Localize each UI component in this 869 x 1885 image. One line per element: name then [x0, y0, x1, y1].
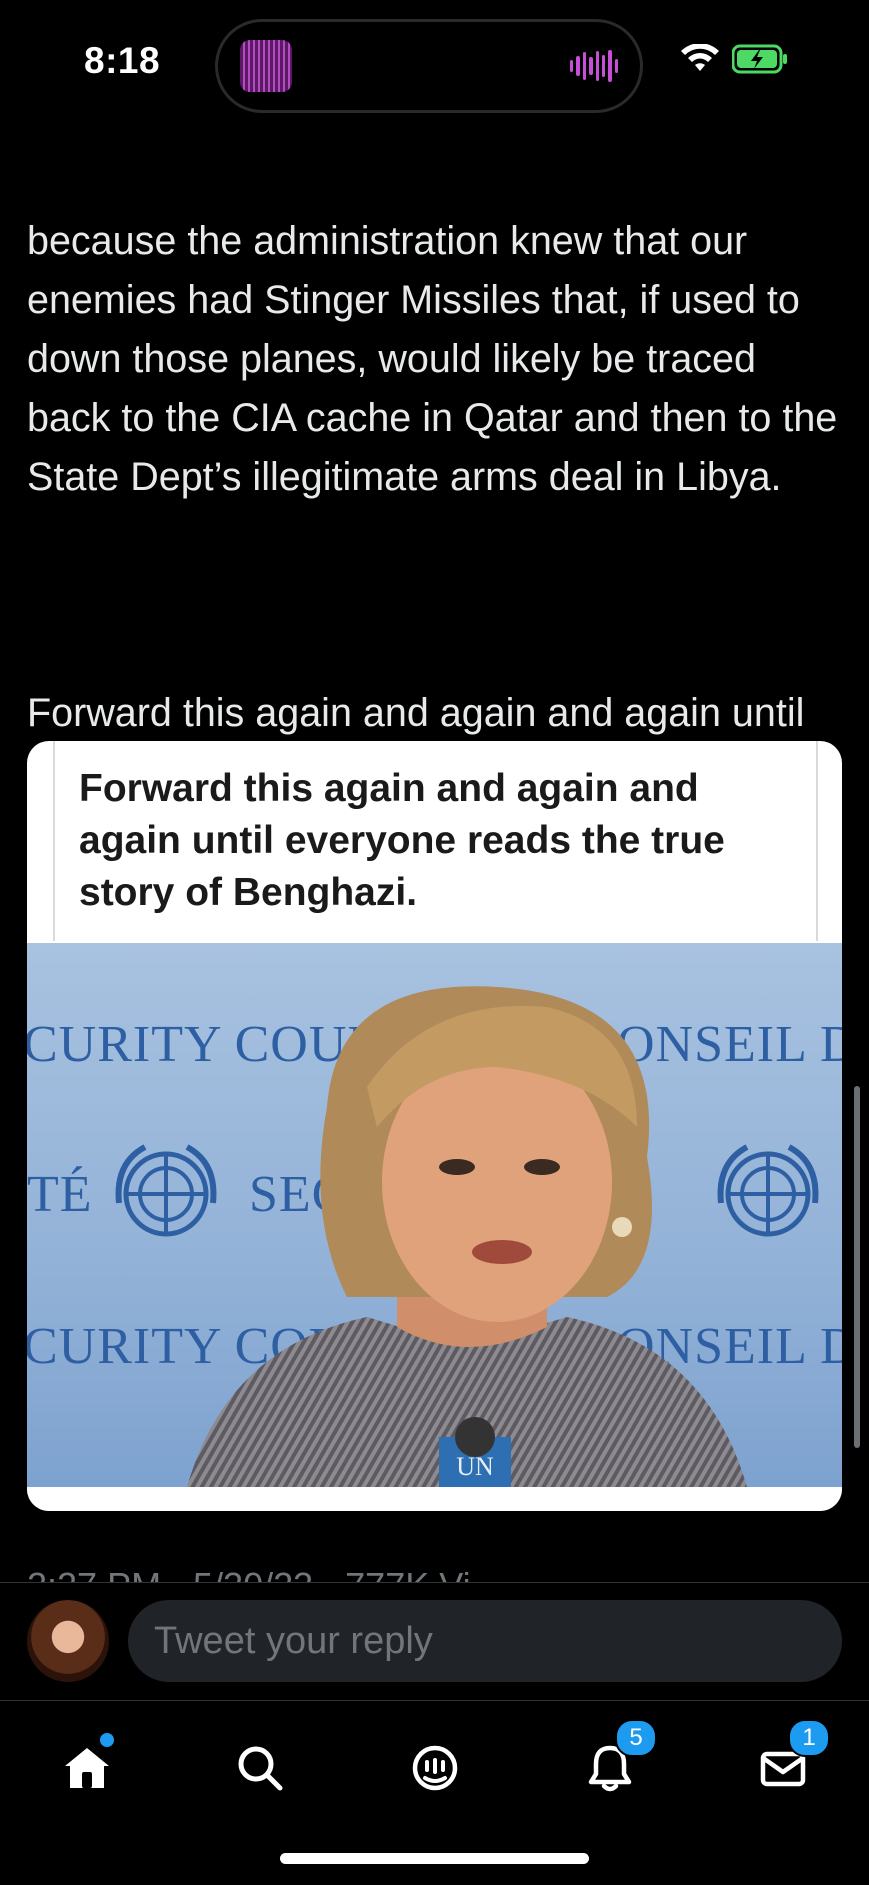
- home-new-dot: [100, 1733, 114, 1747]
- scrollbar[interactable]: [854, 1086, 860, 1448]
- wall-text: TÉ: [27, 1166, 93, 1223]
- tweet-media-card[interactable]: Forward this again and again and again u…: [27, 741, 842, 1511]
- tweet-timestamp-text: 2:27 PM · 5/30/23 · 777K Vi: [27, 1568, 527, 1583]
- tab-messages[interactable]: 1: [738, 1719, 830, 1813]
- reply-input[interactable]: [128, 1600, 842, 1682]
- notifications-badge: 5: [615, 1719, 657, 1757]
- dynamic-island[interactable]: [218, 22, 640, 110]
- audio-visualizer-icon: [570, 50, 618, 82]
- battery-charging-icon: [732, 44, 787, 74]
- tweet-timestamp: 2:27 PM · 5/30/23 · 777K Vi: [27, 1560, 527, 1583]
- avatar[interactable]: [27, 1600, 109, 1682]
- status-bar: 8:18: [0, 0, 869, 110]
- mic-flag-label: UN: [456, 1452, 494, 1481]
- media-photo[interactable]: CURITY COUNC ONSEIL DE TÉ SECU CURITY CO…: [27, 943, 842, 1487]
- tab-home[interactable]: [42, 1723, 132, 1813]
- tab-spaces[interactable]: [390, 1723, 480, 1813]
- spaces-icon: [412, 1745, 458, 1791]
- messages-badge: 1: [788, 1719, 830, 1757]
- home-icon: [65, 1748, 109, 1788]
- wifi-icon: [681, 44, 719, 71]
- status-time: 8:18: [84, 40, 161, 81]
- media-card-footer: [27, 1487, 842, 1511]
- now-playing-artwork: [240, 40, 292, 92]
- media-caption: Forward this again and again and again u…: [79, 767, 725, 914]
- tab-notifications[interactable]: 5: [565, 1719, 657, 1813]
- search-icon: [238, 1746, 283, 1791]
- speaker-portrait: UN: [187, 986, 747, 1487]
- tweet-paragraph-1: because the administration knew that our…: [27, 219, 849, 499]
- home-indicator[interactable]: [280, 1853, 589, 1864]
- tab-search[interactable]: [215, 1723, 305, 1813]
